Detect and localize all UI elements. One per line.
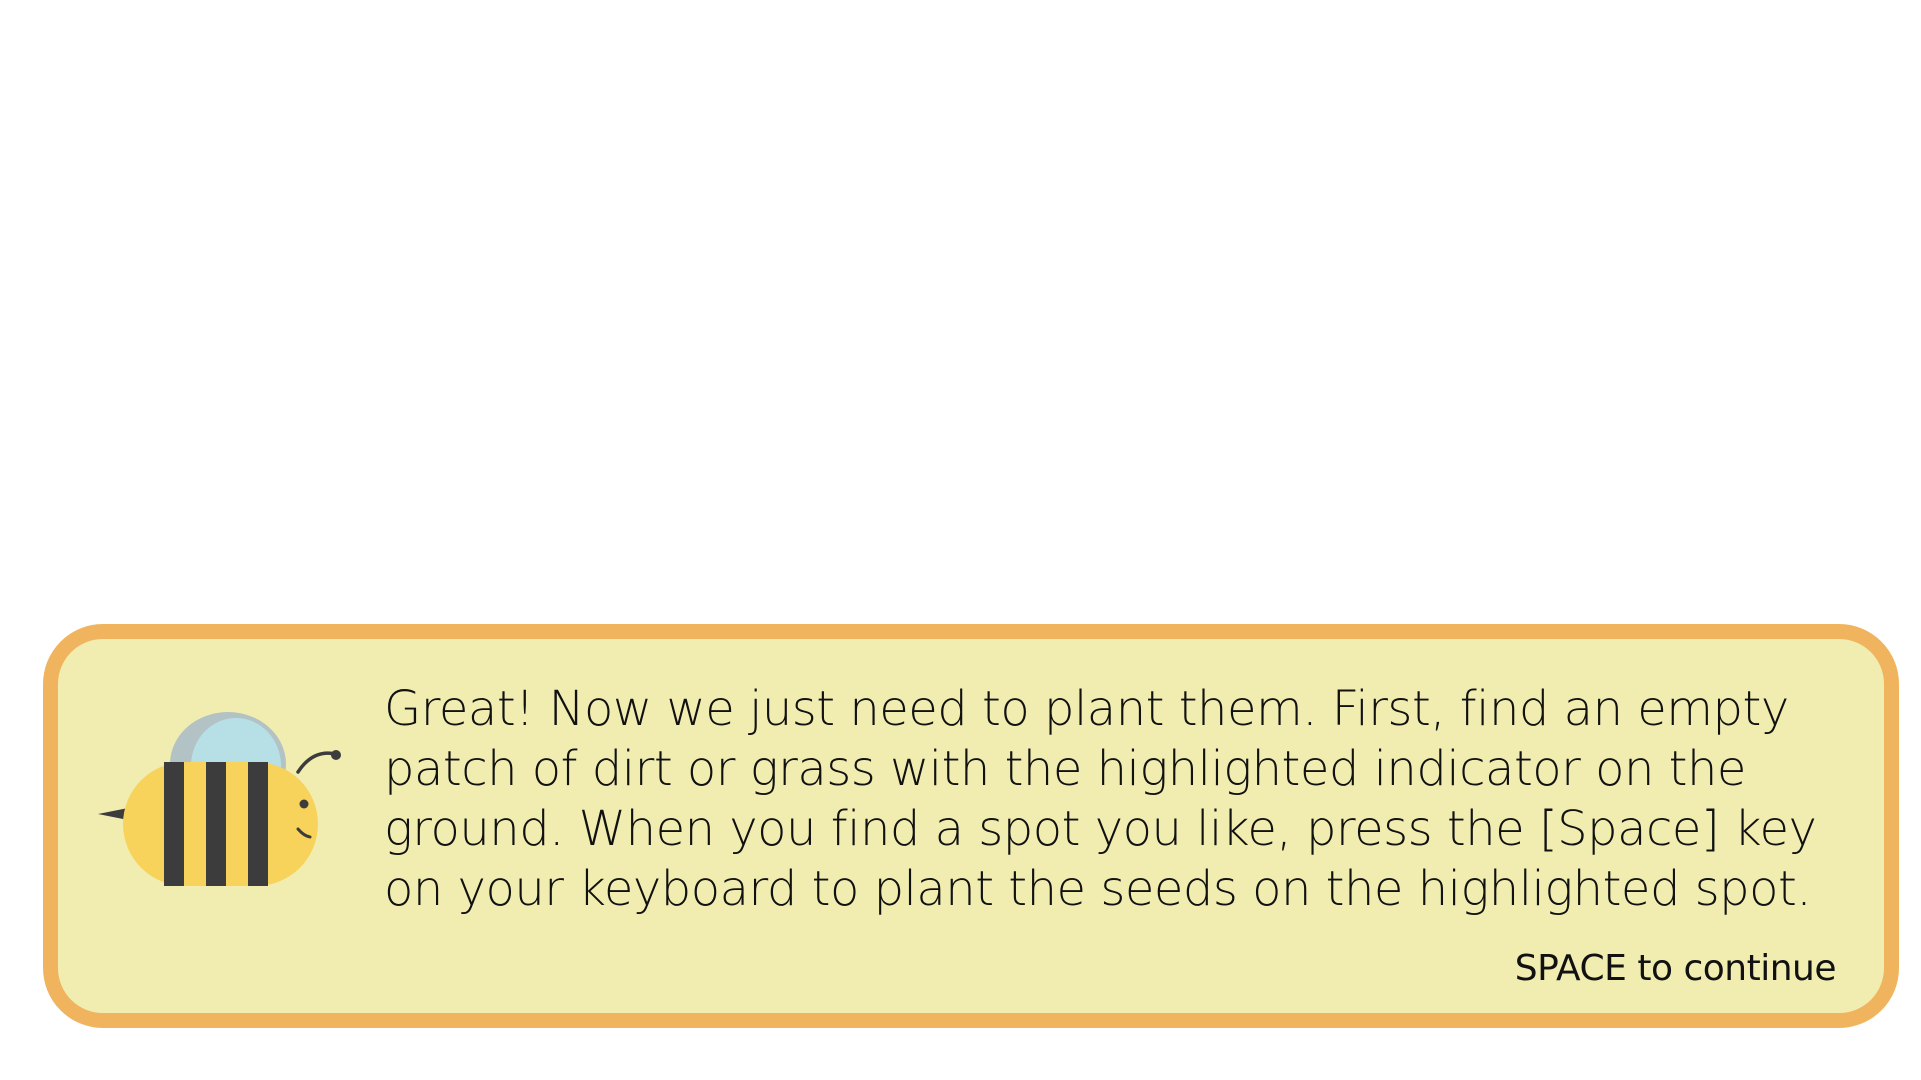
bee-stripe bbox=[206, 762, 226, 886]
bee-stripe bbox=[248, 762, 268, 886]
continue-prompt[interactable]: SPACE to continue bbox=[1515, 947, 1837, 991]
game-screen: Great! Now we just need to plant them. F… bbox=[0, 0, 1921, 1080]
bee-icon bbox=[98, 704, 358, 904]
tutorial-dialog-box[interactable]: Great! Now we just need to plant them. F… bbox=[43, 624, 1899, 1028]
bee-eye bbox=[299, 799, 309, 809]
bee-stripe bbox=[164, 762, 184, 886]
tutorial-message: Great! Now we just need to plant them. F… bbox=[384, 681, 1817, 917]
bee-antenna bbox=[296, 751, 338, 774]
bee-antenna-tip bbox=[331, 750, 341, 760]
